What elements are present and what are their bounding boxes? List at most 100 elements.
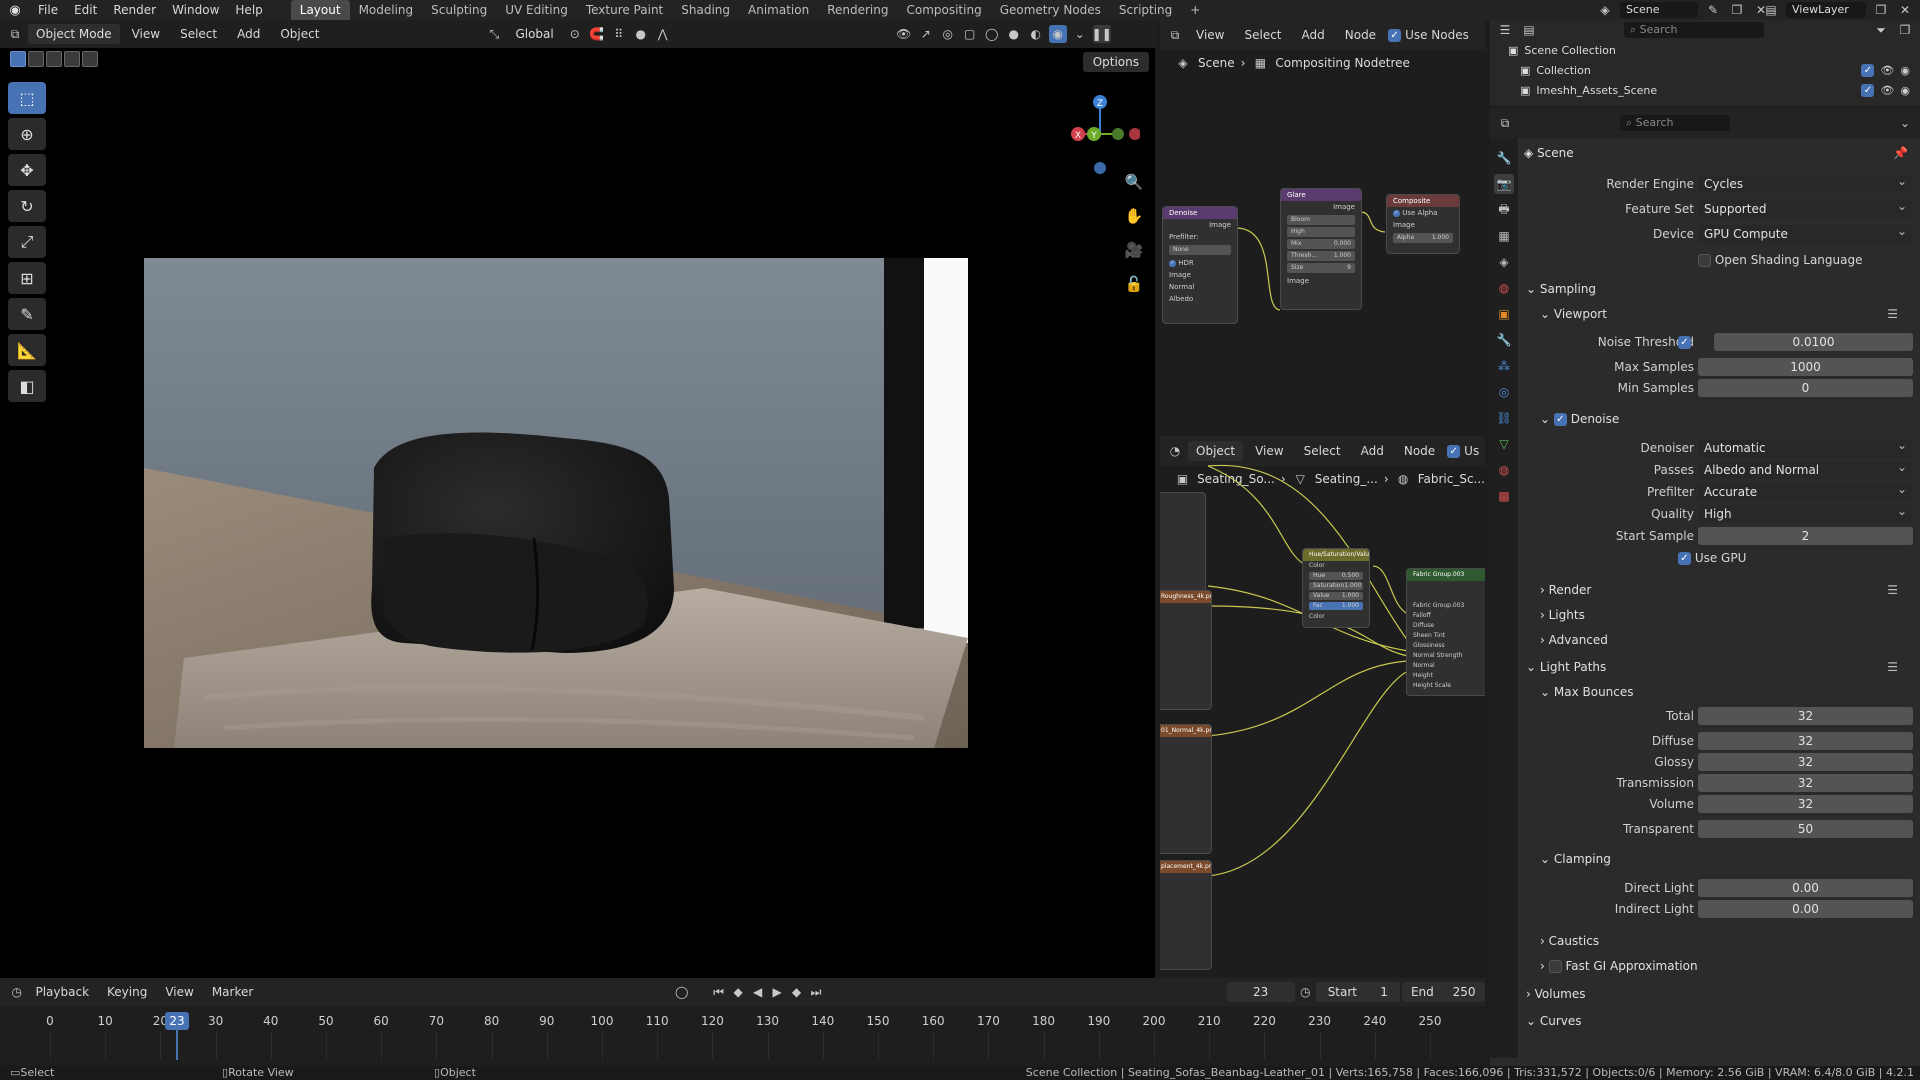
current-frame-field[interactable]: 23 (1226, 982, 1295, 1002)
noise-threshold-field[interactable]: 0.0100 (1714, 333, 1913, 351)
add-workspace-icon[interactable]: + (1181, 0, 1209, 20)
volumes-panel-header[interactable]: › Volumes (1518, 983, 1920, 1005)
compositor-node-editor[interactable]: ⧉ View Select Add Node ✓ Use Nodes ◈ Sce… (1160, 20, 1485, 430)
scene-tab-icon[interactable]: ◈ (1494, 252, 1514, 272)
start-frame-field[interactable]: Start 1 (1316, 982, 1400, 1002)
timeline-menu-view[interactable]: View (157, 985, 201, 999)
tool-tab-icon[interactable]: 🔧 (1494, 148, 1514, 168)
visibility-icon[interactable]: 👁 (895, 25, 913, 43)
viewport-menu-add[interactable]: Add (229, 27, 268, 41)
camera-icon[interactable]: ◉ (1900, 84, 1910, 97)
editor-type-icon[interactable]: ⧉ (1496, 114, 1514, 132)
presets-list-icon[interactable]: ☰ (1887, 579, 1898, 601)
material-tab-icon[interactable]: ◍ (1494, 460, 1514, 480)
camera-icon[interactable]: ◉ (1900, 64, 1910, 77)
editor-type-icon[interactable]: ◷ (8, 983, 25, 1001)
cursor-tool-icon[interactable]: ⊕ (8, 118, 46, 150)
annotate-tool-icon[interactable]: ✎ (8, 298, 46, 330)
modifier-tab-icon[interactable]: 🔧 (1494, 330, 1514, 350)
pin-icon[interactable]: ✎ (1704, 1, 1722, 19)
start-sample-field[interactable]: 2 (1698, 527, 1913, 545)
object-tab-icon[interactable]: ▣ (1494, 304, 1514, 324)
zoom-icon[interactable]: 🔍 (1122, 170, 1146, 194)
scene-icon[interactable]: ◈ (1596, 1, 1614, 19)
render-tab-icon[interactable]: 📷 (1494, 174, 1514, 194)
select-box-tool-icon[interactable]: ⬚ (8, 82, 46, 114)
properties-search-input[interactable]: ⌕ Search (1620, 115, 1730, 131)
menu-edit[interactable]: Edit (66, 3, 105, 17)
playhead-line[interactable] (175, 1030, 178, 1060)
menu-help[interactable]: Help (227, 3, 270, 17)
camera-view-icon[interactable]: 🎥 (1122, 238, 1146, 262)
object-mode-dropdown[interactable]: Object Mode (28, 24, 120, 44)
menu-render[interactable]: Render (105, 3, 164, 17)
record-icon[interactable]: ◯ (673, 983, 690, 1001)
shading-options-icon[interactable]: ⌄ (1071, 25, 1089, 43)
exclude-checkbox[interactable]: ✓ (1861, 83, 1875, 97)
workspace-tab-layout[interactable]: Layout (290, 0, 350, 20)
physics-tab-icon[interactable]: ◎ (1494, 382, 1514, 402)
total-bounces-field[interactable]: 32 (1698, 707, 1913, 725)
render-engine-dropdown[interactable]: Cycles (1698, 172, 1913, 193)
outliner-row-collection[interactable]: ▣ Collection ✓ 👁 ◉ (1490, 60, 1920, 80)
view-layer-field[interactable]: ViewLayer (1786, 2, 1866, 18)
snap-target-icon[interactable]: ⠿ (610, 25, 628, 43)
min-samples-field[interactable]: 0 (1698, 379, 1913, 397)
viewport-menu-view[interactable]: View (124, 27, 168, 41)
workspace-tab-modeling[interactable]: Modeling (350, 0, 423, 20)
denoiser-dropdown[interactable]: Automatic (1698, 436, 1913, 457)
view-layer-tab-icon[interactable]: ▦ (1494, 226, 1514, 246)
properties-editor[interactable]: ⧉ ⌕ Search ⌄ 🔧 📷 🖶 ▦ ◈ ◍ ▣ 🔧 ⁂ ◎ ⛓ ▽ ◍ ▩… (1490, 108, 1920, 1066)
feature-set-dropdown[interactable]: Supported (1698, 197, 1913, 218)
timeline[interactable]: ◷ Playback Keying View Marker ◯ ⏮ ◆ ◀ ▶ … (0, 978, 1485, 1066)
max-samples-field[interactable]: 1000 (1698, 358, 1913, 376)
rendered-camera-view[interactable] (144, 258, 968, 748)
xray-icon[interactable]: ▢ (961, 25, 979, 43)
display-mode-icon[interactable]: ▤ (1520, 21, 1538, 39)
select-mode-extend-icon[interactable] (28, 51, 44, 67)
node-image-texture-2[interactable]: Roughness_4k.png (1160, 590, 1212, 710)
node-image-texture-1[interactable] (1160, 492, 1206, 602)
overlays-icon[interactable]: ◎ (939, 25, 957, 43)
measure-tool-icon[interactable]: 📐 (8, 334, 46, 366)
timeline-menu-playback[interactable]: Playback (27, 985, 97, 999)
outliner-search-input[interactable]: ⌕ Search (1624, 22, 1764, 38)
shading-wireframe-icon[interactable]: ◯ (983, 25, 1001, 43)
menu-file[interactable]: File (30, 3, 66, 17)
direct-light-field[interactable]: 0.00 (1698, 879, 1913, 897)
node-fabric-group[interactable]: Fabric Group.003 Fabric Group.003 Fallof… (1406, 568, 1485, 696)
jump-start-icon[interactable]: ⏮ (710, 983, 727, 1001)
clock-icon[interactable]: ◷ (1297, 983, 1314, 1001)
jump-keyframe-back-icon[interactable]: ◆ (729, 983, 746, 1001)
gizmo-neg-x-axis[interactable] (1129, 128, 1140, 140)
outliner[interactable]: ☰ ▤ ⌕ Search ⏷ ❐ ▣ Scene Collection ▣ Co… (1490, 20, 1920, 106)
workspace-tab-texture-paint[interactable]: Texture Paint (577, 0, 672, 20)
world-tab-icon[interactable]: ◍ (1494, 278, 1514, 298)
indirect-light-field[interactable]: 0.00 (1698, 900, 1913, 918)
viewport-menu-select[interactable]: Select (172, 27, 225, 41)
scene-name-field[interactable]: Scene (1620, 2, 1698, 18)
shading-solid-icon[interactable]: ● (1005, 25, 1023, 43)
select-mode-intersect-icon[interactable] (82, 51, 98, 67)
osl-checkbox[interactable] (1698, 254, 1711, 267)
constraints-tab-icon[interactable]: ⛓ (1494, 408, 1514, 428)
blender-logo-icon[interactable]: ◉ (0, 3, 30, 18)
workspace-tab-animation[interactable]: Animation (739, 0, 818, 20)
node-image-texture-3[interactable]: 01_Normal_4k.png (1160, 724, 1212, 854)
select-mode-subtract-icon[interactable] (46, 51, 62, 67)
timeline-menu-marker[interactable]: Marker (204, 985, 261, 999)
device-dropdown[interactable]: GPU Compute (1698, 222, 1913, 243)
node-image-texture-4[interactable]: placement_4k.png (1160, 860, 1212, 970)
workspace-tab-uv-editing[interactable]: UV Editing (496, 0, 577, 20)
workspace-tab-sculpting[interactable]: Sculpting (422, 0, 496, 20)
outliner-row-imeshh-assets[interactable]: ▣ Imeshh_Assets_Scene ✓ 👁 ◉ (1490, 80, 1920, 100)
shading-rendered-icon[interactable]: ◉ (1048, 25, 1067, 43)
denoise-subpanel-header[interactable]: ⌄ ✓ Denoise (1518, 408, 1920, 430)
rotate-tool-icon[interactable]: ↻ (8, 190, 46, 222)
caustics-subpanel-header[interactable]: › Caustics (1518, 930, 1920, 952)
max-bounces-subpanel-header[interactable]: ⌄ Max Bounces (1518, 681, 1920, 703)
node-composite[interactable]: Composite ✓ Use Alpha Image Alpha 1.000 (1386, 194, 1460, 254)
workspace-tab-geometry-nodes[interactable]: Geometry Nodes (991, 0, 1110, 20)
particles-tab-icon[interactable]: ⁂ (1494, 356, 1514, 376)
playhead[interactable]: 23 (164, 1012, 189, 1030)
